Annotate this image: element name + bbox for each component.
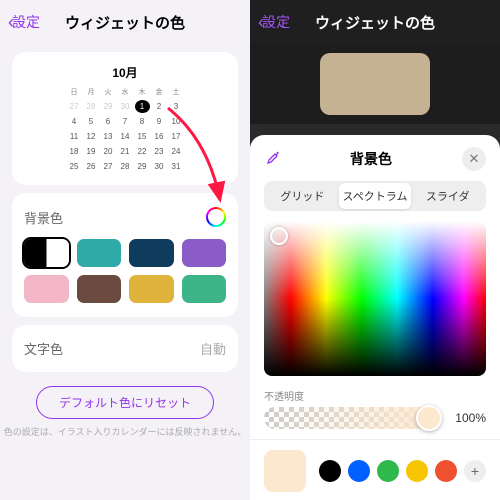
header: ‹ 設定 ウィジェットの色 — [0, 0, 250, 44]
divider — [250, 439, 500, 440]
color-swatch-selected[interactable] — [24, 239, 69, 267]
reset-button[interactable]: デフォルト色にリセット — [36, 386, 214, 419]
tab-スペクトラム[interactable]: スペクトラム — [339, 183, 412, 209]
preset-color[interactable] — [348, 460, 370, 482]
tab-グリッド[interactable]: グリッド — [266, 183, 339, 209]
spectrum-canvas[interactable] — [264, 221, 486, 376]
section-title: 文字色 — [24, 339, 63, 358]
opacity-label: 不透明度 — [264, 388, 486, 403]
close-button[interactable]: ✕ — [462, 147, 486, 171]
color-swatch[interactable] — [182, 275, 227, 303]
preset-color[interactable] — [435, 460, 457, 482]
color-picker-button[interactable] — [206, 207, 226, 227]
back-label: 設定 — [12, 12, 40, 32]
back-button[interactable]: ‹ 設定 — [258, 12, 290, 33]
color-swatch[interactable] — [77, 239, 122, 267]
color-swatch[interactable] — [129, 239, 174, 267]
text-color-section[interactable]: 文字色 自動 — [12, 325, 238, 372]
tab-スライダ[interactable]: スライダ — [411, 183, 484, 209]
color-swatch[interactable] — [129, 275, 174, 303]
page-title: ウィジェットの色 — [315, 12, 435, 33]
calendar-preview-dimmed — [320, 53, 430, 115]
header: ‹ 設定 ウィジェットの色 — [250, 0, 500, 44]
back-label: 設定 — [262, 12, 290, 32]
preset-color[interactable] — [406, 460, 428, 482]
back-button[interactable]: ‹ 設定 — [8, 12, 40, 33]
eyedropper-icon[interactable] — [264, 150, 280, 169]
background-color-section: 背景色 — [12, 193, 238, 317]
color-picker-sheet: 背景色 ✕ グリッドスペクトラムスライダ 不透明度 100% + — [250, 135, 500, 500]
current-color-swatch[interactable] — [264, 450, 306, 492]
sheet-title: 背景色 — [350, 149, 392, 169]
footer-note: 色の設定は、イラスト入りカレンダーには反映されません。 — [0, 425, 250, 438]
dimmed-background — [250, 44, 500, 124]
calendar-month: 10月 — [112, 64, 137, 81]
page-title: ウィジェットの色 — [65, 12, 185, 33]
color-swatch[interactable] — [24, 275, 69, 303]
opacity-slider[interactable] — [264, 407, 442, 429]
color-swatch[interactable] — [182, 239, 227, 267]
preset-color[interactable] — [377, 460, 399, 482]
picker-mode-tabs: グリッドスペクトラムスライダ — [264, 181, 486, 211]
section-title: 背景色 — [24, 208, 63, 227]
preset-color[interactable] — [319, 460, 341, 482]
opacity-value: 100% — [450, 411, 486, 425]
calendar-preview: 10月 日月火水木金土27282930123456789101112131415… — [12, 52, 238, 185]
opacity-thumb[interactable] — [416, 405, 442, 431]
text-color-value: 自動 — [200, 339, 226, 358]
color-swatch[interactable] — [77, 275, 122, 303]
spectrum-cursor[interactable] — [270, 227, 288, 245]
add-preset-button[interactable]: + — [464, 460, 486, 482]
